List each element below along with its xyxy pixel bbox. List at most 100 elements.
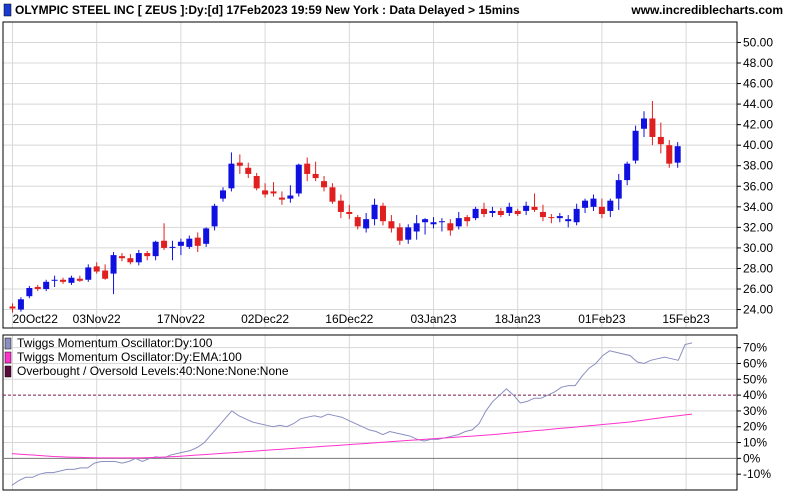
candle	[531, 193, 538, 212]
oscillator-tick-label: 10%	[743, 436, 767, 450]
candle	[102, 264, 109, 280]
x-tick-label: 02Dec22	[241, 312, 289, 326]
candle-body	[194, 237, 201, 246]
date-axis: 20Oct22 03Nov22 17Nov22 02Dec22 16Dec22 03Jan…	[13, 312, 711, 326]
candle-body	[76, 278, 83, 281]
candle-body	[228, 163, 235, 189]
candle-body	[590, 198, 597, 207]
candle-body	[321, 181, 328, 188]
candle-body	[573, 208, 580, 223]
legend-label-tmo: Twiggs Momentum Oscillator:Dy:100	[17, 336, 213, 350]
candle-body	[396, 227, 403, 241]
candle-body	[9, 306, 16, 309]
price-tick-label: 38.00	[743, 159, 773, 173]
candle	[220, 187, 226, 202]
price-tick-label: 50.00	[743, 35, 773, 49]
candle	[556, 212, 563, 223]
candle-body	[85, 267, 92, 280]
candle	[236, 154, 243, 174]
candle	[51, 275, 58, 287]
candle-body	[329, 187, 336, 202]
price-tick-label: 24.00	[743, 303, 773, 317]
price-tick-label: 42.00	[743, 118, 773, 132]
candle-body	[565, 219, 572, 222]
candle-body	[405, 227, 412, 240]
candle	[489, 206, 496, 218]
candle-body	[169, 246, 176, 248]
candle-body	[598, 206, 605, 215]
candle-body	[607, 200, 614, 211]
candle-body	[363, 219, 370, 229]
tmo-ema-line	[11, 413, 693, 459]
price-tick-label: 48.00	[743, 56, 773, 70]
site-link[interactable]: www.incrediblecharts.com	[630, 3, 783, 17]
legend-swatch-tmo	[4, 337, 12, 350]
candle-body	[304, 163, 311, 174]
x-tick-label: 17Nov22	[157, 312, 205, 326]
candle-body	[312, 173, 319, 179]
candle-body	[118, 256, 125, 259]
x-tick-label: 03Jan23	[410, 312, 456, 326]
candle	[523, 201, 530, 216]
candle-body	[506, 206, 513, 213]
candle	[287, 185, 294, 203]
candle-body	[236, 162, 243, 166]
candle-body	[354, 217, 361, 227]
candle	[295, 163, 302, 197]
candle	[396, 223, 403, 245]
candle-body	[379, 205, 386, 222]
candle	[590, 194, 597, 211]
candle-body	[539, 211, 546, 218]
candle	[211, 203, 218, 231]
candle	[506, 202, 513, 217]
legend-swatch-levels	[4, 365, 12, 378]
candle	[68, 275, 75, 285]
candle-body	[523, 205, 530, 211]
candle	[674, 142, 681, 168]
candle-body	[245, 167, 252, 174]
candle-body	[531, 206, 538, 210]
candle	[245, 162, 252, 179]
candle	[312, 161, 319, 182]
x-tick-label: 15Feb23	[662, 312, 710, 326]
candle-body	[102, 270, 109, 279]
candle-body	[430, 222, 437, 225]
candle	[464, 215, 471, 227]
legend-swatch-ema	[4, 351, 12, 364]
candle-body	[649, 118, 656, 137]
oscillator-tick-label: 60%	[743, 356, 767, 370]
candle	[228, 152, 235, 192]
candle-body	[464, 217, 471, 222]
candle	[17, 297, 24, 312]
oscillator-tick-label: 50%	[743, 372, 767, 386]
candle-body	[262, 190, 269, 195]
oscillator-tick-label: 0%	[743, 451, 761, 465]
candle	[615, 173, 622, 210]
candle-body	[666, 145, 673, 164]
candle	[666, 140, 673, 168]
x-tick-label: 03Nov22	[73, 312, 121, 326]
x-tick-label: 01Feb23	[578, 312, 626, 326]
candle	[144, 251, 151, 261]
candle	[388, 215, 395, 233]
candle	[135, 249, 142, 266]
candle-body	[93, 266, 100, 272]
candle	[177, 238, 184, 256]
candle	[472, 206, 479, 221]
price-tick-label: 46.00	[743, 77, 773, 91]
candle	[422, 218, 429, 235]
candle-body	[472, 208, 479, 219]
candle-body	[43, 281, 50, 290]
candle-body	[278, 197, 285, 200]
candle-body	[346, 211, 353, 215]
candle-body	[161, 240, 168, 248]
candle-body	[177, 241, 184, 246]
candle-body	[203, 228, 210, 244]
candle-body	[489, 210, 496, 213]
candle	[253, 172, 260, 191]
candle-body	[615, 180, 622, 199]
candle	[624, 161, 631, 186]
candle	[26, 285, 33, 299]
candle-body	[135, 253, 142, 263]
candle-body	[253, 176, 260, 189]
